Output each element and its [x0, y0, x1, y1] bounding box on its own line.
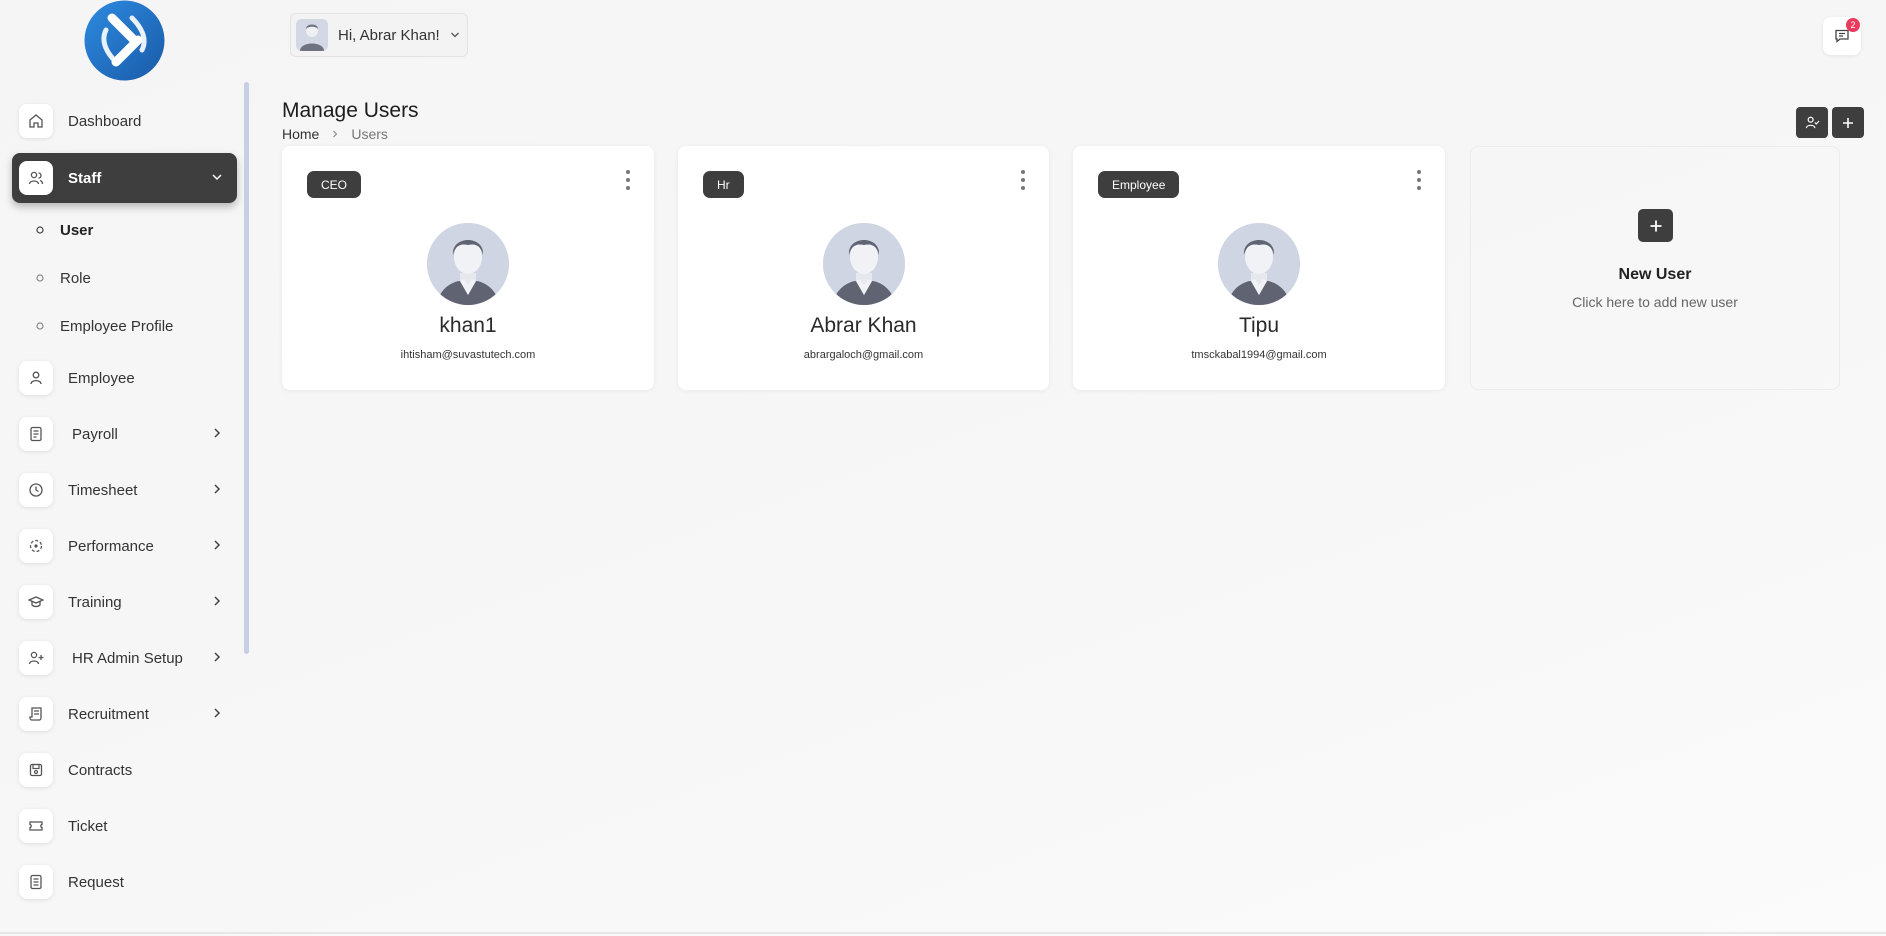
- page-title: Manage Users: [282, 99, 419, 122]
- new-user-card[interactable]: New User Click here to add new user: [1470, 146, 1840, 390]
- user-name: khan1: [439, 314, 497, 337]
- sidebar-subitem-label: User: [60, 221, 94, 239]
- sidebar-item-label: Payroll: [72, 425, 118, 443]
- avatar: [823, 223, 905, 305]
- target-icon: [19, 529, 53, 563]
- user-email: ihtisham@suvastutech.com: [400, 349, 536, 361]
- user-email: tmsckabal1994@gmail.com: [1191, 349, 1327, 361]
- sidebar-item-label: Training: [68, 593, 122, 611]
- notification-badge: 2: [1846, 18, 1860, 32]
- sidebar-item-label: Employee: [68, 369, 135, 387]
- company-logo: [84, 0, 165, 81]
- role-badge: Employee: [1098, 171, 1180, 198]
- kebab-menu-icon[interactable]: [624, 170, 632, 190]
- sidebar-item-label: Staff: [68, 169, 102, 187]
- kebab-menu-icon[interactable]: [1415, 170, 1423, 190]
- sidebar-subitem-user[interactable]: User: [36, 215, 93, 245]
- user-greeting: Hi, Abrar Khan!: [338, 26, 440, 44]
- sidebar-item-timesheet[interactable]: Timesheet: [12, 465, 237, 515]
- sidebar-item-employee[interactable]: Employee: [12, 353, 237, 403]
- avatar: [427, 223, 509, 305]
- bullet-icon: [36, 322, 44, 330]
- chevron-right-icon: [214, 540, 221, 550]
- scroll-icon: [19, 697, 53, 731]
- user-check-icon: [1805, 116, 1819, 129]
- sidebar-item-label: Contracts: [68, 761, 133, 779]
- sidebar-subitem-role[interactable]: Role: [36, 263, 91, 293]
- sidebar-item-label: Request: [68, 873, 124, 891]
- home-icon: [19, 104, 53, 138]
- chevron-down-icon: [212, 174, 222, 181]
- sidebar-scrollbar[interactable]: [244, 82, 249, 654]
- user-icon: [19, 361, 53, 395]
- user-name: Tipu: [1238, 314, 1280, 337]
- sidebar-subitem-label: Employee Profile: [60, 317, 174, 335]
- graduation-cap-icon: [19, 585, 53, 619]
- sidebar-item-hr-admin-setup[interactable]: HR Admin Setup: [12, 633, 237, 683]
- sidebar-item-label: Timesheet: [68, 481, 138, 499]
- breadcrumb-current: Users: [351, 126, 388, 142]
- chevron-right-icon: [214, 652, 221, 662]
- sidebar-subitem-employee-profile[interactable]: Employee Profile: [36, 311, 173, 341]
- kebab-menu-icon[interactable]: [1019, 170, 1027, 190]
- avatar: [1218, 223, 1300, 305]
- sidebar-item-request[interactable]: Request: [12, 857, 237, 907]
- user-plus-icon: [19, 641, 53, 675]
- plus-icon: [1650, 220, 1661, 231]
- sidebar-item-training[interactable]: Training: [12, 577, 237, 627]
- breadcrumb: Home Users: [282, 126, 388, 142]
- sidebar-item-label: Ticket: [68, 817, 108, 835]
- plus-icon: [1843, 117, 1853, 128]
- receipt-icon: [19, 417, 53, 451]
- sidebar-item-performance[interactable]: Performance: [12, 521, 237, 571]
- chevron-right-icon: [214, 708, 221, 718]
- chevron-right-icon: [214, 428, 221, 438]
- sidebar-item-label: Performance: [68, 537, 154, 555]
- chevron-right-icon: [214, 484, 221, 494]
- bottom-divider: [0, 932, 1886, 934]
- user-card: CEO khan1 ihtisham@suvastutech.com: [282, 146, 654, 390]
- sidebar-item-label: HR Admin Setup: [72, 649, 183, 667]
- chevron-right-icon: [214, 596, 221, 606]
- user-check-button[interactable]: [1796, 107, 1828, 138]
- bullet-icon: [36, 274, 44, 282]
- document-icon: [19, 865, 53, 899]
- user-name: Abrar Khan: [810, 314, 917, 337]
- new-user-subtitle: Click here to add new user: [1572, 294, 1738, 310]
- clock-icon: [19, 473, 53, 507]
- sidebar-item-label: Dashboard: [68, 112, 142, 130]
- bullet-icon: [36, 226, 44, 234]
- messages-button[interactable]: 2: [1823, 17, 1861, 55]
- users-icon: [19, 161, 53, 195]
- ticket-icon: [19, 809, 53, 843]
- sidebar-item-recruitment[interactable]: Recruitment: [12, 689, 237, 739]
- role-badge: Hr: [703, 171, 744, 198]
- new-user-title: New User: [1618, 266, 1692, 283]
- sidebar-item-dashboard[interactable]: Dashboard: [12, 96, 237, 146]
- sidebar-item-ticket[interactable]: Ticket: [12, 801, 237, 851]
- sidebar-item-payroll[interactable]: Payroll: [12, 409, 237, 459]
- user-card: Employee Tipu tmsckabal1994@gmail.com: [1073, 146, 1445, 390]
- user-email: abrargaloch@gmail.com: [803, 349, 924, 361]
- save-icon: [19, 753, 53, 787]
- sidebar-item-staff[interactable]: Staff: [12, 153, 237, 203]
- user-menu-button[interactable]: Hi, Abrar Khan!: [290, 13, 468, 57]
- breadcrumb-home-link[interactable]: Home: [282, 126, 319, 142]
- chevron-down-icon: [450, 32, 459, 38]
- sidebar-subitem-label: Role: [60, 269, 91, 287]
- add-user-button[interactable]: [1638, 209, 1673, 242]
- role-badge: CEO: [307, 171, 362, 198]
- sidebar-item-label: Recruitment: [68, 705, 149, 723]
- user-card: Hr Abrar Khan abrargaloch@gmail.com: [678, 146, 1049, 390]
- add-user-button[interactable]: [1832, 107, 1864, 138]
- sidebar-item-contracts[interactable]: Contracts: [12, 745, 237, 795]
- avatar: [296, 19, 328, 51]
- sidebar: Dashboard Staff User Role Employee Profi…: [0, 0, 252, 934]
- chevron-right-icon: [333, 130, 338, 138]
